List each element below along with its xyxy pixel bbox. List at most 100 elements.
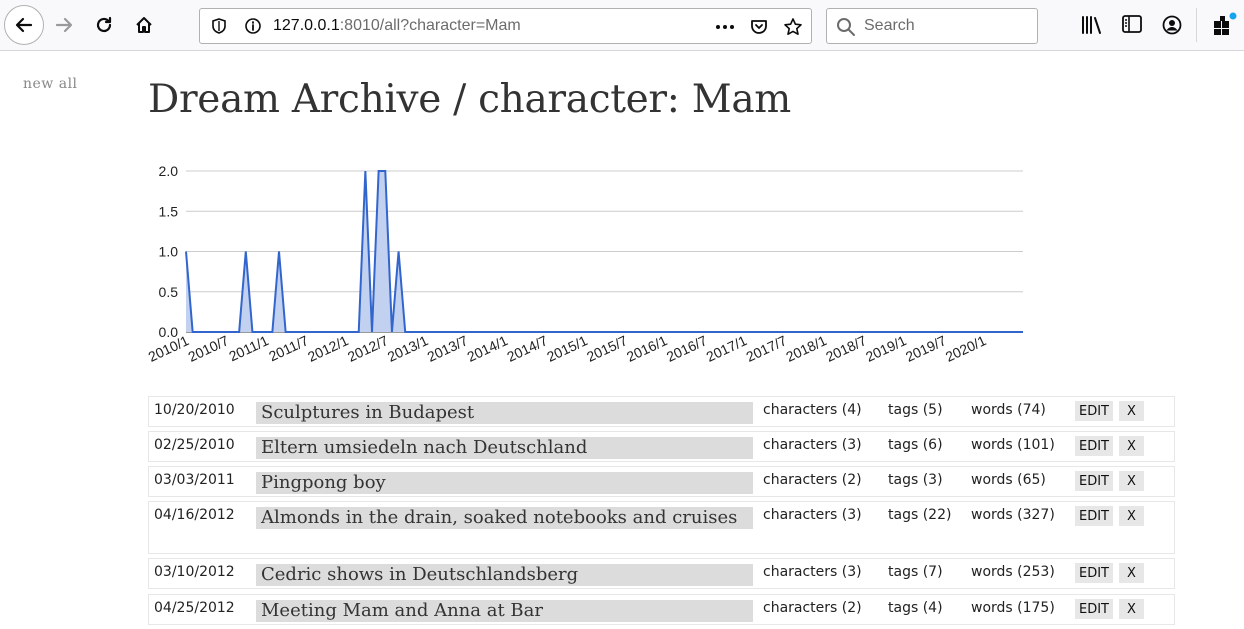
dreams-area-chart: 0.00.51.01.52.02010/12010/72011/12011/72… — [146, 163, 1024, 365]
x-tick-label: 2019/7 — [903, 332, 949, 365]
forward-arrow-icon — [55, 17, 73, 33]
edit-button[interactable]: EDIT — [1075, 563, 1113, 583]
account-icon[interactable] — [1161, 14, 1183, 36]
search-bar[interactable]: Search — [826, 8, 1038, 44]
browser-toolbar: 127.0.0.1:8010/all?character=Mam Search — [0, 0, 1244, 51]
dream-title[interactable]: Eltern umsiedeln nach Deutschland — [256, 437, 753, 459]
home-icon — [136, 17, 152, 33]
dream-characters-link[interactable]: characters (3) — [763, 437, 862, 453]
dream-title[interactable]: Meeting Mam and Anna at Bar — [256, 600, 753, 622]
search-icon — [837, 18, 855, 36]
x-tick-label: 2014/7 — [504, 332, 550, 365]
dream-characters-link[interactable]: characters (2) — [763, 600, 862, 616]
dream-title[interactable]: Pingpong boy — [256, 472, 753, 494]
delete-button[interactable]: X — [1119, 436, 1144, 456]
x-tick-label: 2011/1 — [226, 332, 271, 364]
y-tick-label: 1.5 — [159, 203, 179, 219]
dream-tags-link[interactable]: tags (3) — [888, 472, 943, 488]
dream-words-link[interactable]: words (101) — [971, 437, 1055, 453]
sidebar-icon[interactable] — [1121, 14, 1143, 34]
dream-tags-link[interactable]: tags (22) — [888, 507, 951, 523]
dream-words-link[interactable]: words (175) — [971, 600, 1055, 616]
dream-tags-link[interactable]: tags (6) — [888, 437, 943, 453]
dream-words-link[interactable]: words (74) — [971, 402, 1046, 418]
back-button[interactable] — [4, 5, 44, 45]
dream-date: 04/25/2012 — [154, 600, 235, 616]
dream-title[interactable]: Almonds in the drain, soaked notebooks a… — [256, 507, 753, 529]
dream-characters-link[interactable]: characters (2) — [763, 472, 862, 488]
x-tick-label: 2020/1 — [943, 332, 989, 365]
dream-date: 03/03/2011 — [154, 472, 235, 488]
url-host: 127.0.0.1 — [273, 17, 340, 34]
x-tick-label: 2014/1 — [465, 332, 511, 365]
x-tick-label: 2015/1 — [544, 332, 590, 365]
dream-date: 03/10/2012 — [154, 564, 235, 580]
x-tick-label: 2016/7 — [664, 332, 710, 365]
dream-row: 04/25/2012 Meeting Mam and Anna at Bar cha… — [148, 594, 1175, 625]
delete-button[interactable]: X — [1119, 401, 1144, 421]
dream-row: 04/16/2012 Almonds in the drain, soaked n… — [148, 501, 1175, 554]
delete-button[interactable]: X — [1119, 599, 1144, 619]
x-tick-label: 2017/7 — [744, 332, 790, 365]
dream-tags-link[interactable]: tags (4) — [888, 600, 943, 616]
edit-button[interactable]: EDIT — [1075, 471, 1113, 491]
search-placeholder: Search — [864, 17, 915, 34]
extensions-icon[interactable] — [1212, 12, 1238, 36]
pocket-icon[interactable] — [749, 17, 769, 37]
dream-characters-link[interactable]: characters (3) — [763, 564, 862, 580]
dream-words-link[interactable]: words (327) — [971, 507, 1055, 523]
edit-button[interactable]: EDIT — [1075, 599, 1113, 619]
dream-characters-link[interactable]: characters (4) — [763, 402, 862, 418]
edit-button[interactable]: EDIT — [1075, 401, 1113, 421]
x-tick-label: 2011/7 — [266, 332, 311, 364]
star-icon[interactable] — [783, 17, 803, 37]
dream-tags-link[interactable]: tags (5) — [888, 402, 943, 418]
dream-row: 02/25/2010 Eltern umsiedeln nach Deutschl… — [148, 431, 1175, 462]
delete-button[interactable]: X — [1119, 563, 1144, 583]
edit-button[interactable]: EDIT — [1075, 506, 1113, 526]
x-tick-label: 2015/7 — [584, 332, 630, 365]
x-tick-label: 2013/1 — [385, 332, 431, 365]
new-all-link[interactable]: new all — [23, 76, 78, 92]
forward-button[interactable] — [45, 6, 83, 44]
x-tick-label: 2010/7 — [186, 332, 232, 365]
edit-button[interactable]: EDIT — [1075, 436, 1113, 456]
page-title: Dream Archive / character: Mam — [148, 77, 791, 122]
x-tick-label: 2019/1 — [863, 332, 909, 365]
dream-date: 04/16/2012 — [154, 507, 235, 523]
dream-date: 10/20/2010 — [154, 402, 235, 418]
delete-button[interactable]: X — [1119, 471, 1144, 491]
shield-icon[interactable] — [210, 17, 228, 35]
dream-words-link[interactable]: words (253) — [971, 564, 1055, 580]
x-tick-label: 2018/1 — [783, 332, 829, 365]
dream-date: 02/25/2010 — [154, 437, 235, 453]
y-tick-label: 0.5 — [159, 284, 179, 300]
dream-characters-link[interactable]: characters (3) — [763, 507, 862, 523]
dream-row: 10/20/2010 Sculptures in Budapest characte… — [148, 396, 1175, 427]
x-tick-label: 2012/1 — [305, 332, 351, 365]
more-icon[interactable] — [714, 18, 736, 36]
dream-title[interactable]: Sculptures in Budapest — [256, 402, 753, 424]
home-button[interactable] — [125, 6, 163, 44]
x-tick-label: 2016/1 — [624, 332, 670, 365]
reload-icon — [96, 16, 112, 33]
info-icon[interactable] — [244, 17, 262, 35]
back-arrow-icon — [15, 17, 33, 33]
x-tick-label: 2018/7 — [823, 332, 869, 365]
url-text[interactable]: 127.0.0.1:8010/all?character=Mam — [273, 17, 521, 35]
dream-tags-link[interactable]: tags (7) — [888, 564, 943, 580]
library-icon[interactable] — [1081, 15, 1103, 35]
dream-row: 03/03/2011 Pingpong boy characters (2) tags… — [148, 466, 1175, 497]
delete-button[interactable]: X — [1119, 506, 1144, 526]
y-tick-label: 2.0 — [159, 163, 179, 179]
dream-row: 03/10/2012 Cedric shows in Deutschlandsbe… — [148, 558, 1175, 589]
x-tick-label: 2013/7 — [425, 332, 471, 365]
reload-button[interactable] — [85, 6, 123, 44]
url-bar[interactable]: 127.0.0.1:8010/all?character=Mam — [199, 8, 812, 44]
toolbar-separator — [1196, 8, 1197, 42]
url-path: :8010/all?character=Mam — [339, 17, 521, 34]
y-tick-label: 1.0 — [159, 244, 179, 260]
x-tick-label: 2017/1 — [704, 332, 750, 365]
dream-title[interactable]: Cedric shows in Deutschlandsberg — [256, 564, 753, 586]
dream-words-link[interactable]: words (65) — [971, 472, 1046, 488]
